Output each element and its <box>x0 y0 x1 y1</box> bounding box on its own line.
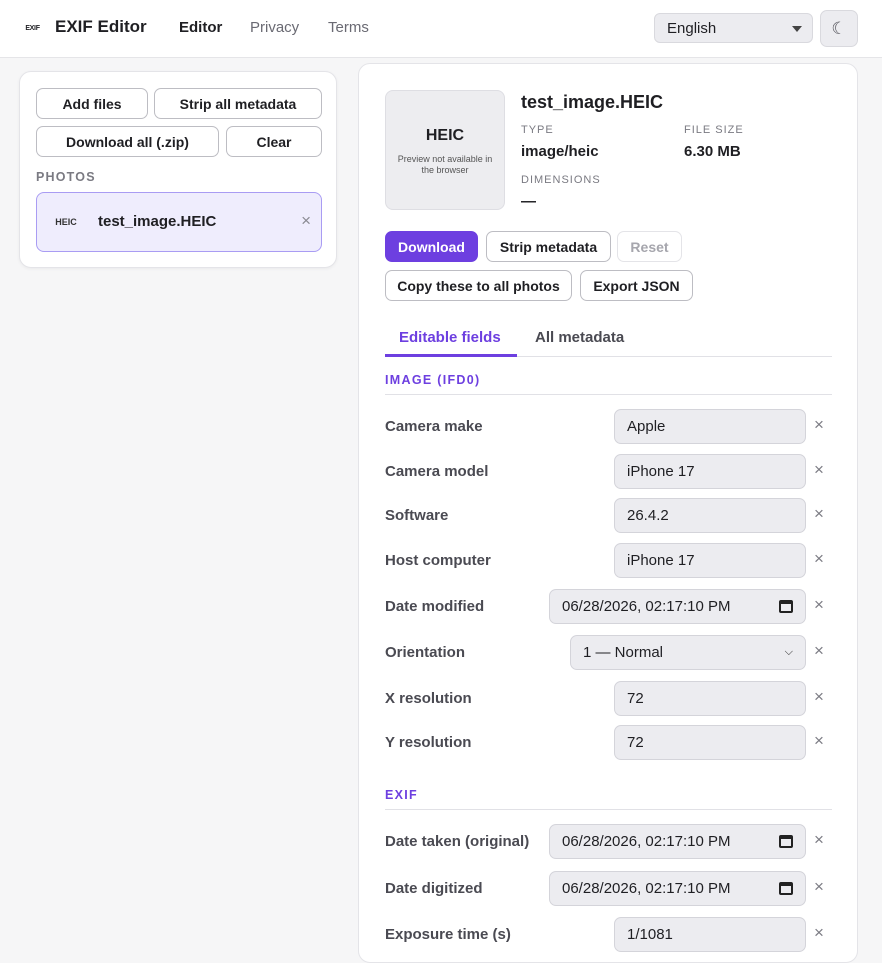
clear-y-resolution-icon[interactable]: × <box>814 731 824 751</box>
camera-model-input[interactable]: iPhone 17 <box>614 454 806 489</box>
photo-thumbnail: HEIC <box>55 217 77 227</box>
exposure-time-input[interactable]: 1/1081 <box>614 917 806 952</box>
strip-all-metadata-button[interactable]: Strip all metadata <box>154 88 322 119</box>
image-ifd0-heading: IMAGE (IFD0) <box>385 373 832 395</box>
tab-editable-fields[interactable]: Editable fields <box>399 329 501 346</box>
theme-toggle-button[interactable]: ☾ <box>820 10 858 47</box>
clear-date-taken-icon[interactable]: × <box>814 830 824 850</box>
date-digitized-label: Date digitized <box>385 880 483 897</box>
host-computer-label: Host computer <box>385 552 491 569</box>
host-computer-input[interactable]: iPhone 17 <box>614 543 806 578</box>
tab-bar: Editable fields All metadata <box>385 321 832 357</box>
nav-terms[interactable]: Terms <box>328 19 369 36</box>
language-select[interactable]: English <box>654 13 813 43</box>
image-preview: HEIC Preview not available in the browse… <box>385 90 505 210</box>
camera-make-input[interactable]: Apple <box>614 409 806 444</box>
nav-editor[interactable]: Editor <box>179 19 222 36</box>
clear-exposure-time-icon[interactable]: × <box>814 923 824 943</box>
clear-x-resolution-icon[interactable]: × <box>814 687 824 707</box>
close-icon[interactable]: × <box>301 211 311 231</box>
date-digitized-value: 06/28/2026, 02:17:10 PM <box>562 880 731 897</box>
app-logo: EXIF <box>19 15 46 42</box>
camera-model-label: Camera model <box>385 463 489 480</box>
x-resolution-input[interactable]: 72 <box>614 681 806 716</box>
date-modified-input[interactable]: 06/28/2026, 02:17:10 PM <box>549 589 806 624</box>
orientation-select[interactable]: 1 — Normal ⌵ <box>570 635 806 670</box>
dimensions-value: — <box>521 193 536 210</box>
nav-privacy[interactable]: Privacy <box>250 19 299 36</box>
calendar-icon <box>779 882 793 895</box>
photo-list-item[interactable]: HEIC test_image.HEIC × <box>36 192 322 252</box>
export-json-button[interactable]: Export JSON <box>580 270 693 301</box>
software-label: Software <box>385 507 449 524</box>
date-modified-label: Date modified <box>385 598 485 615</box>
y-resolution-value: 72 <box>627 734 644 751</box>
date-modified-value: 06/28/2026, 02:17:10 PM <box>562 598 731 615</box>
chevron-down-icon <box>792 26 802 32</box>
dimensions-label: DIMENSIONS <box>521 174 601 186</box>
camera-model-value: iPhone 17 <box>627 463 695 480</box>
y-resolution-input[interactable]: 72 <box>614 725 806 760</box>
photo-name: test_image.HEIC <box>98 213 217 230</box>
preview-note: Preview not available in the browser <box>397 154 493 175</box>
download-all-zip-button[interactable]: Download all (.zip) <box>36 126 219 157</box>
download-button[interactable]: Download <box>385 231 478 262</box>
date-taken-input[interactable]: 06/28/2026, 02:17:10 PM <box>549 824 806 859</box>
app-title: EXIF Editor <box>55 17 147 36</box>
date-taken-value: 06/28/2026, 02:17:10 PM <box>562 833 731 850</box>
type-value: image/heic <box>521 143 599 160</box>
host-computer-value: iPhone 17 <box>627 552 695 569</box>
strip-metadata-button[interactable]: Strip metadata <box>486 231 611 262</box>
clear-button[interactable]: Clear <box>226 126 322 157</box>
software-input[interactable]: 26.4.2 <box>614 498 806 533</box>
date-taken-label: Date taken (original) <box>385 833 530 850</box>
photos-heading: PHOTOS <box>36 170 96 184</box>
file-name: test_image.HEIC <box>521 92 664 112</box>
clear-orientation-icon[interactable]: × <box>814 641 824 661</box>
file-size-label: FILE SIZE <box>684 124 744 136</box>
language-value: English <box>667 19 717 37</box>
camera-make-value: Apple <box>627 418 666 435</box>
date-digitized-input[interactable]: 06/28/2026, 02:17:10 PM <box>549 871 806 906</box>
exif-heading: EXIF <box>385 788 832 810</box>
clear-camera-model-icon[interactable]: × <box>814 460 824 480</box>
calendar-icon <box>779 600 793 613</box>
type-label: TYPE <box>521 124 554 136</box>
calendar-icon <box>779 835 793 848</box>
clear-camera-make-icon[interactable]: × <box>814 415 824 435</box>
orientation-value: 1 — Normal <box>583 644 664 661</box>
clear-date-digitized-icon[interactable]: × <box>814 877 824 897</box>
file-size-value: 6.30 MB <box>684 143 741 160</box>
software-value: 26.4.2 <box>627 507 669 524</box>
exposure-time-value: 1/1081 <box>627 926 673 943</box>
top-bar: EXIF EXIF Editor Editor Privacy Terms En… <box>0 0 882 58</box>
add-files-button[interactable]: Add files <box>36 88 148 119</box>
y-resolution-label: Y resolution <box>385 734 472 751</box>
reset-button[interactable]: Reset <box>617 231 682 262</box>
moon-icon: ☾ <box>831 18 847 38</box>
clear-host-computer-icon[interactable]: × <box>814 549 824 569</box>
x-resolution-value: 72 <box>627 690 644 707</box>
camera-make-label: Camera make <box>385 418 483 435</box>
clear-software-icon[interactable]: × <box>814 504 824 524</box>
x-resolution-label: X resolution <box>385 690 472 707</box>
active-tab-indicator <box>385 354 517 357</box>
clear-date-modified-icon[interactable]: × <box>814 595 824 615</box>
exposure-time-label: Exposure time (s) <box>385 926 511 943</box>
chevron-down-icon: ⌵ <box>784 646 793 658</box>
copy-to-all-photos-button[interactable]: Copy these to all photos <box>385 270 572 301</box>
editor-panel: HEIC Preview not available in the browse… <box>358 63 858 963</box>
tab-all-metadata[interactable]: All metadata <box>535 329 624 346</box>
orientation-label: Orientation <box>385 644 466 661</box>
preview-format: HEIC <box>425 127 465 144</box>
files-panel: Add files Strip all metadata Download al… <box>19 71 337 268</box>
